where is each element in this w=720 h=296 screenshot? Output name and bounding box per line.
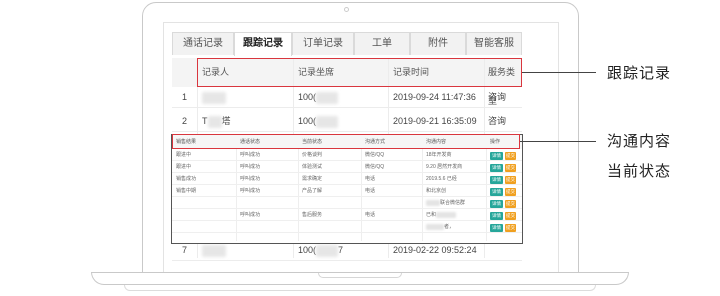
detail-button[interactable]: 详情 <box>490 188 503 196</box>
track-record-highlight <box>197 58 522 87</box>
tab-attachments[interactable]: 附件 <box>410 32 466 55</box>
call-status: 呼叫成功 <box>240 152 261 158</box>
service-type-cell: 咨询 <box>488 116 507 126</box>
current-status: 售后服务 <box>302 212 323 218</box>
call-status: 呼叫成功 <box>240 188 261 194</box>
content: 者， <box>426 222 454 233</box>
detail-button[interactable]: 详情 <box>490 164 503 172</box>
panel-row: 销售中期 呼叫成功 产品了解 电话 和北京创 详情 提交 <box>172 186 522 197</box>
current-status: 价格谈判 <box>302 152 323 158</box>
method: 微信/QQ <box>365 152 385 158</box>
callout-current-status: 当前状态 <box>607 163 672 180</box>
submit-button[interactable]: 提交 <box>505 176 516 184</box>
panel-row: 者， 详情 提交 <box>172 222 522 233</box>
recorder-cell <box>202 87 226 108</box>
panel-row: 跟进中 呼叫成功 体验测试 微信/QQ 9.20 居然开发商 详情 提交 <box>172 162 522 173</box>
sales-result: 跟进中 <box>176 164 192 170</box>
submit-button[interactable]: 提交 <box>505 164 516 172</box>
communication-panel: 销售结果 通话状态 当前状态 沟通方式 沟通内容 操作 跟进中 呼叫成功 价格谈… <box>171 134 523 244</box>
panel-row: 呼叫成功 售后服务 电话 已和 详情 提交 <box>172 210 522 221</box>
current-status: 需求确定 <box>302 176 323 182</box>
time-cell: 2019-09-24 11:47:36 <box>393 92 476 102</box>
camera-icon <box>344 7 349 12</box>
submit-button[interactable]: 提交 <box>505 152 516 160</box>
call-status: 呼叫成功 <box>240 176 261 182</box>
method: 电话 <box>365 212 376 218</box>
panel-row: 销售成功 呼叫成功 需求确定 电话 2019.5.6 已经 详情 提交 <box>172 174 522 185</box>
record-tabs: 通话记录 跟踪记录 订单记录 工单 附件 智能客服 <box>172 32 522 56</box>
table-row[interactable]: 1 100( 2019-09-24 11:47:36 咨询 <box>172 87 522 108</box>
time-cell: 2019-09-21 16:35:09 <box>393 116 477 126</box>
recorder-cell: T塔 <box>202 115 231 128</box>
submit-button[interactable]: 提交 <box>505 224 516 232</box>
sales-result: 销售成功 <box>176 176 197 182</box>
method: 电话 <box>365 188 376 194</box>
communication-highlight <box>172 134 520 149</box>
agent-cell: 100( <box>298 87 339 108</box>
tab-order-records[interactable]: 订单记录 <box>292 32 354 55</box>
tab-track-records[interactable]: 跟踪记录 <box>234 32 292 56</box>
agent-cell: 100( <box>298 111 339 132</box>
call-status: 呼叫成功 <box>240 212 261 218</box>
sales-result: 销售中期 <box>176 188 197 194</box>
tab-smart-service[interactable]: 智能客服 <box>466 32 522 55</box>
current-status: 体验测试 <box>302 164 323 170</box>
call-status: 呼叫成功 <box>240 164 261 170</box>
row-number: 2 <box>182 116 188 126</box>
panel-row: 跟进中 呼叫成功 价格谈判 微信/QQ 18年开发商 详情 提交 <box>172 150 522 161</box>
detail-button[interactable]: 详情 <box>490 212 503 220</box>
tab-work-orders[interactable]: 工单 <box>354 32 410 55</box>
callout-line-track <box>522 72 596 73</box>
table-row[interactable]: 2 T塔 100( 2019-09-21 16:35:09 咨询 <box>172 111 522 132</box>
tab-call-records[interactable]: 通话记录 <box>172 32 234 55</box>
submit-button[interactable]: 提交 <box>505 212 516 220</box>
content: 9.20 居然开发商 <box>426 164 463 170</box>
content: 联合微信群 <box>426 198 465 209</box>
callout-line-communication <box>520 141 596 142</box>
sales-result: 跟进中 <box>176 152 192 158</box>
content: 2019.5.6 已经 <box>426 176 457 182</box>
callout-track-record: 跟踪记录 <box>607 65 672 82</box>
detail-button[interactable]: 详情 <box>490 152 503 160</box>
submit-button[interactable]: 提交 <box>505 188 516 196</box>
content: 18年开发商 <box>426 152 452 158</box>
current-status: 产品了解 <box>302 188 323 194</box>
laptop-foot <box>124 285 596 291</box>
callout-communication-content: 沟通内容 <box>607 133 672 150</box>
detail-button[interactable]: 详情 <box>490 200 503 208</box>
method: 微信/QQ <box>365 164 385 170</box>
laptop-notch <box>318 273 402 278</box>
method: 电话 <box>365 176 376 182</box>
submit-button[interactable]: 提交 <box>505 200 516 208</box>
panel-row: 联合微信群 详情 提交 <box>172 198 522 209</box>
detail-button[interactable]: 详情 <box>490 176 503 184</box>
row-number: 1 <box>182 92 188 102</box>
service-type-cell: 咨询 <box>488 92 507 102</box>
detail-button[interactable]: 详情 <box>490 224 503 232</box>
content: 已和 <box>426 210 457 221</box>
content: 和北京创 <box>426 188 447 194</box>
